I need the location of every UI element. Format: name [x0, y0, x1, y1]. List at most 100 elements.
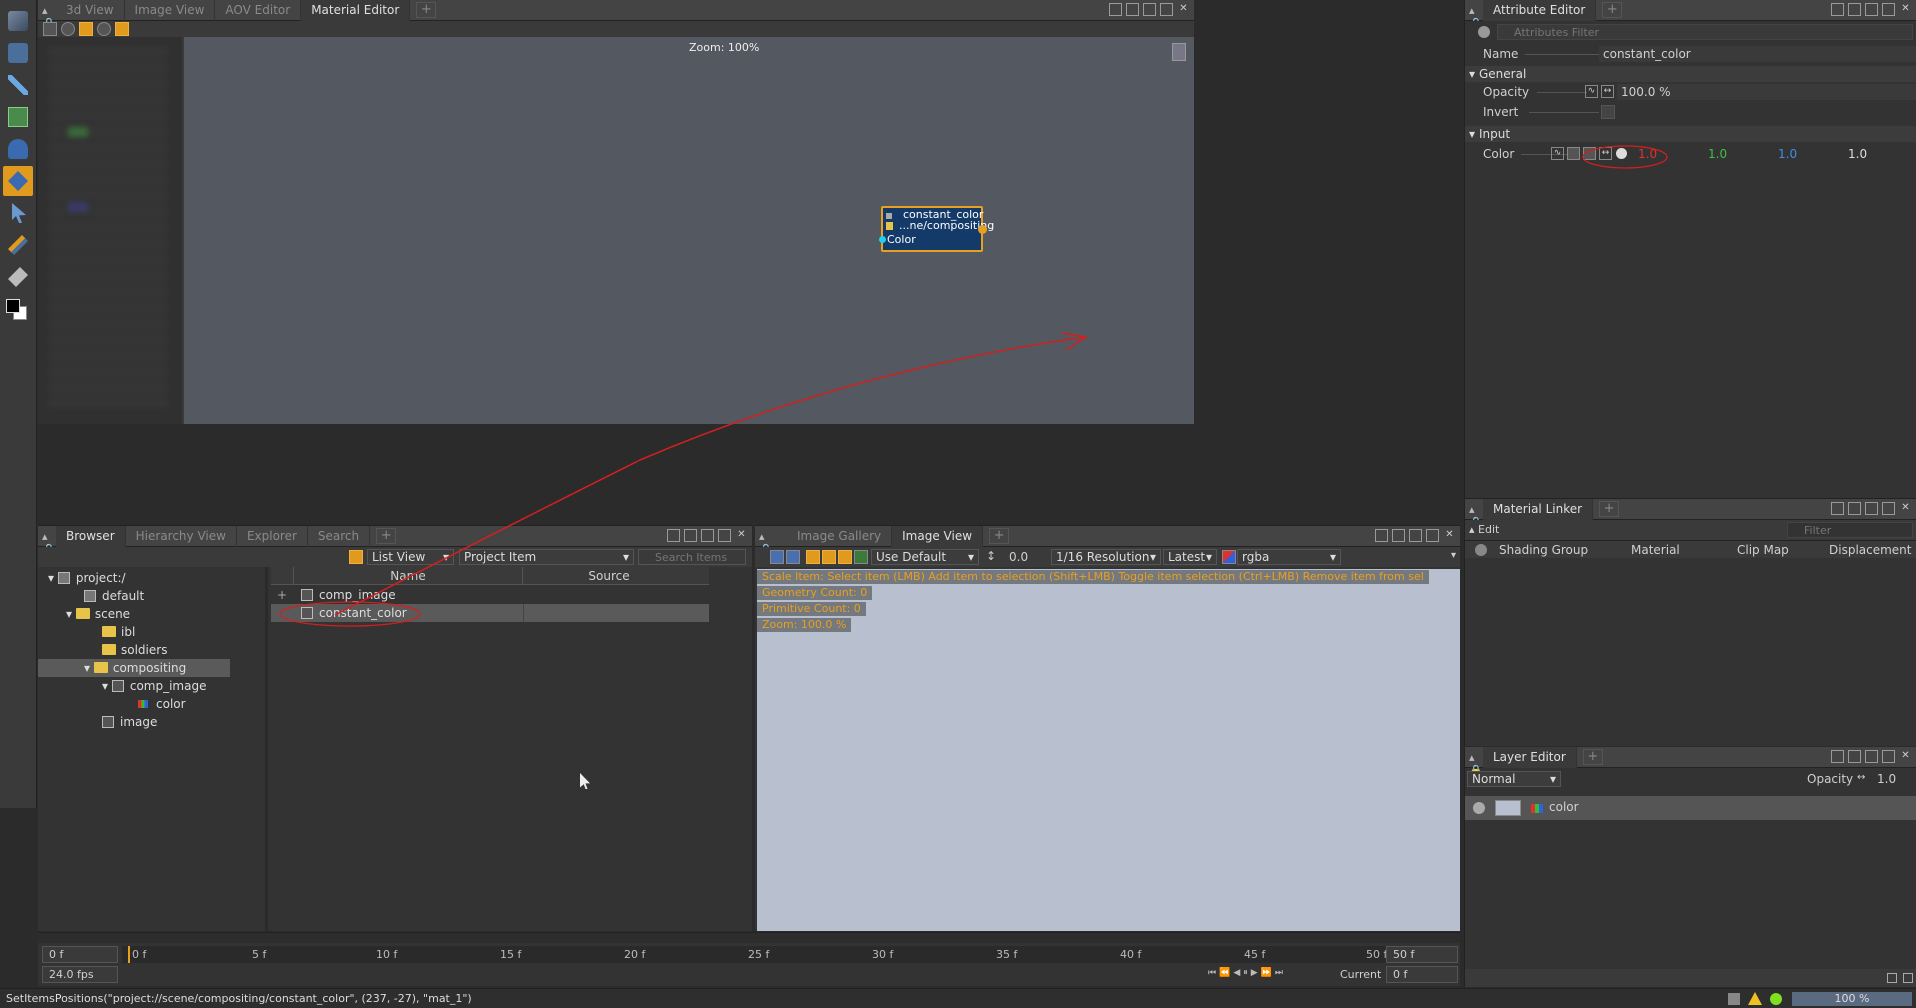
brush-tool-icon[interactable]: [3, 230, 33, 260]
split-vertical-icon[interactable]: [1848, 750, 1861, 763]
current-frame-field[interactable]: 0 f: [1386, 966, 1458, 983]
lock-icon[interactable]: ▴🔒: [759, 530, 773, 556]
column-shading-group[interactable]: Shading Group: [1499, 543, 1588, 557]
exposure-value[interactable]: 0.0: [1009, 550, 1028, 564]
tab-aov-editor[interactable]: AOV Editor: [215, 0, 302, 21]
move-tool-icon[interactable]: [3, 38, 33, 68]
search-items-input[interactable]: [638, 549, 746, 565]
filter-toggle-icon[interactable]: [1478, 26, 1490, 38]
timeline-ruler[interactable]: 0 f 5 f 10 f 15 f 20 f 25 f 30 f 35 f 40…: [122, 946, 1422, 963]
attributes-filter-input[interactable]: [1497, 24, 1913, 40]
layout-icon[interactable]: [115, 22, 129, 36]
split-horizontal-icon[interactable]: [667, 529, 680, 542]
split-columns-icon[interactable]: [1865, 750, 1878, 763]
navigation-cube-icon[interactable]: [1172, 43, 1186, 61]
opacity-value[interactable]: 1.0: [1877, 772, 1896, 786]
input-section-header[interactable]: ▾ Input: [1465, 126, 1916, 142]
item-type-dropdown[interactable]: Project Item ▾: [459, 549, 634, 565]
grid-icon[interactable]: [822, 550, 836, 564]
split-columns-icon[interactable]: [1865, 3, 1878, 16]
snapshot-icon[interactable]: [770, 550, 784, 564]
column-clip-map[interactable]: Clip Map: [1737, 543, 1789, 557]
browser-mode-icon[interactable]: [349, 550, 363, 564]
tab-image-view[interactable]: Image View: [125, 0, 216, 21]
region-icon[interactable]: [838, 550, 852, 564]
close-icon[interactable]: ✕: [1177, 3, 1190, 16]
playhead[interactable]: [128, 946, 130, 963]
resolution-dropdown[interactable]: 1/16 Resolution ▾: [1051, 549, 1161, 565]
add-tab-button[interactable]: +: [1582, 749, 1603, 765]
maximize-icon[interactable]: [718, 529, 731, 542]
refresh-icon[interactable]: [61, 22, 75, 36]
tab-material-linker[interactable]: Material Linker: [1483, 498, 1594, 520]
add-tab-button[interactable]: +: [989, 528, 1010, 544]
image-viewport[interactable]: Scale Item: Select item (LMB) Add item t…: [757, 569, 1460, 931]
close-icon[interactable]: ✕: [1443, 529, 1456, 542]
timeline-end-field[interactable]: 50 f: [1386, 946, 1458, 963]
constant-color-node[interactable]: constant_color ...ne/compositing Color: [879, 206, 994, 252]
maximize-icon[interactable]: [1882, 750, 1895, 763]
split-vertical-icon[interactable]: [1126, 3, 1139, 16]
status-ok-icon[interactable]: [1770, 993, 1782, 1005]
warning-icon[interactable]: [1748, 992, 1762, 1005]
last-frame-icon[interactable]: ⏭: [1275, 968, 1283, 978]
delete-layer-icon[interactable]: [1903, 973, 1913, 983]
timeline-scroll-track[interactable]: [38, 933, 1460, 943]
reload-icon[interactable]: [97, 22, 111, 36]
tree-item-image[interactable]: image: [102, 713, 157, 731]
name-field[interactable]: constant_color: [1599, 46, 1916, 62]
tab-3d-view[interactable]: 3d View: [56, 0, 125, 21]
split-horizontal-icon[interactable]: [1831, 3, 1844, 16]
tab-image-view[interactable]: Image View: [892, 525, 984, 547]
prev-key-icon[interactable]: ⏪: [1219, 968, 1230, 978]
maximize-icon[interactable]: [1160, 3, 1173, 16]
view-mode-dropdown[interactable]: List View ▾: [367, 549, 454, 565]
lock-icon[interactable]: ▴🔒: [1469, 751, 1483, 777]
tree-item-compositing[interactable]: ▾ compositing: [38, 659, 230, 677]
compare-icon[interactable]: [786, 550, 800, 564]
lock-icon[interactable]: ▴🔒: [42, 530, 56, 556]
split-vertical-icon[interactable]: [684, 529, 697, 542]
curve-icon[interactable]: ∿: [1585, 85, 1598, 98]
tree-item-soldiers[interactable]: soldiers: [102, 641, 167, 659]
close-icon[interactable]: ✕: [735, 529, 748, 542]
lock-icon[interactable]: ▴🔒: [1469, 503, 1483, 529]
column-header-name[interactable]: Name: [293, 567, 523, 585]
blend-mode-dropdown[interactable]: Normal ▾: [1467, 771, 1561, 787]
lock-toolbar-icon[interactable]: [43, 22, 57, 36]
color-swatch-icon[interactable]: [3, 294, 33, 324]
add-tab-button[interactable]: +: [376, 528, 397, 544]
tab-search[interactable]: Search: [308, 525, 371, 547]
split-horizontal-icon[interactable]: [1375, 529, 1388, 542]
info-icon[interactable]: [854, 550, 868, 564]
tab-image-gallery[interactable]: Image Gallery: [787, 525, 893, 547]
list-item-selected[interactable]: constant_color: [271, 604, 709, 622]
tree-item-color[interactable]: color: [138, 695, 186, 713]
channels-dropdown[interactable]: rgba ▾: [1237, 549, 1341, 565]
eraser-icon[interactable]: [3, 262, 33, 292]
curve-icon[interactable]: ∿: [1551, 147, 1564, 160]
layer-visibility-icon[interactable]: [1473, 802, 1485, 814]
opacity-field[interactable]: 100.0 %: [1617, 84, 1916, 100]
column-material[interactable]: Material: [1631, 543, 1680, 557]
tree-item-default[interactable]: default: [84, 587, 144, 605]
texture-icon[interactable]: [1567, 147, 1580, 160]
tree-item-comp-image[interactable]: ▾ comp_image: [102, 677, 206, 695]
paint-icon[interactable]: [1583, 147, 1596, 160]
general-section-header[interactable]: ▾ General: [1465, 66, 1916, 82]
split-columns-icon[interactable]: [701, 529, 714, 542]
list-item[interactable]: + comp_image: [271, 586, 709, 604]
script-icon[interactable]: [1728, 993, 1740, 1005]
material-filter-input[interactable]: [1787, 522, 1913, 538]
play-icon[interactable]: ▶: [1251, 968, 1258, 978]
lock-icon[interactable]: ▴🔒: [1469, 4, 1483, 30]
timeline-start-field[interactable]: 0 f: [42, 946, 118, 963]
invert-checkbox[interactable]: [1601, 105, 1615, 119]
color-r-field[interactable]: 1.0: [1638, 146, 1657, 162]
split-vertical-icon[interactable]: [1848, 502, 1861, 515]
close-icon[interactable]: ✕: [1899, 3, 1912, 16]
tree-item-ibl[interactable]: ibl: [102, 623, 135, 641]
image-layer-icon[interactable]: [3, 102, 33, 132]
split-horizontal-icon[interactable]: [1109, 3, 1122, 16]
add-tab-button[interactable]: +: [1602, 2, 1623, 18]
